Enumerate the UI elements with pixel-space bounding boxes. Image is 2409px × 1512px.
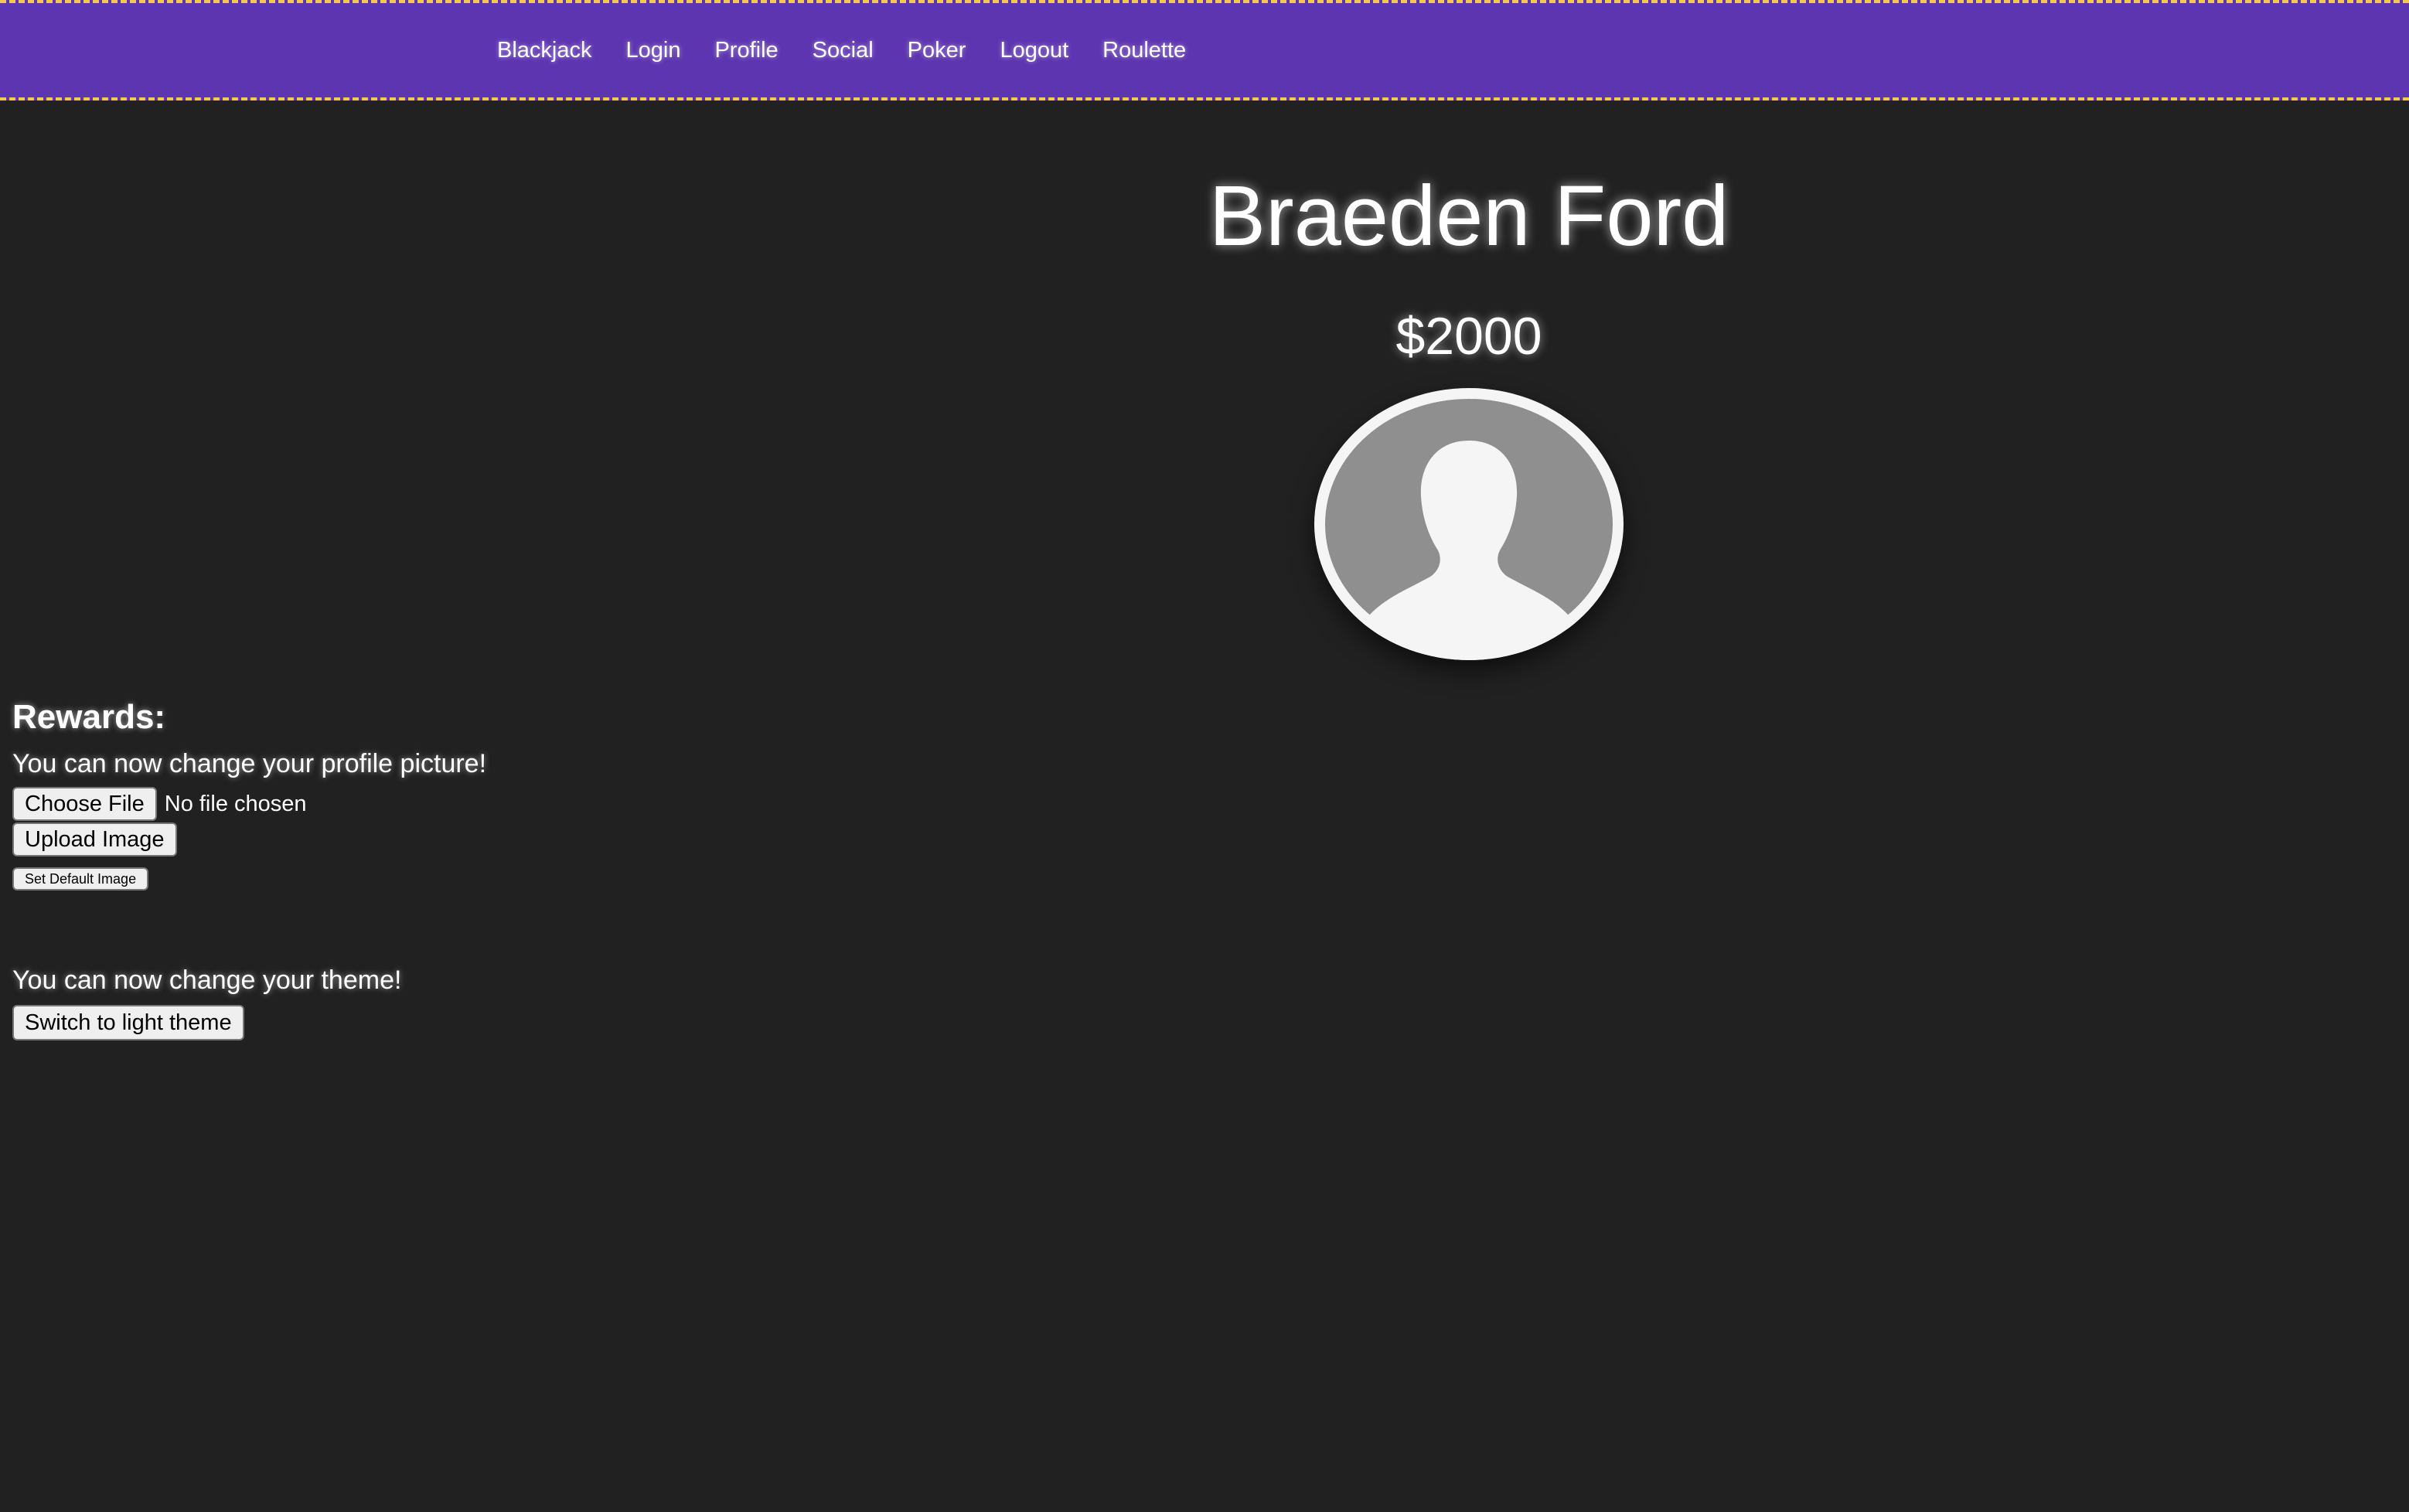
file-picker: Choose File No file chosen [12,787,708,821]
profile-avatar [1314,388,1624,660]
nav-link-blackjack[interactable]: Blackjack [497,38,592,63]
balance-amount: $2000 [1395,307,1542,366]
set-default-image-button[interactable]: Set Default Image [12,867,149,891]
nav-link-profile[interactable]: Profile [714,38,778,63]
top-navbar: Blackjack Login Profile Social Poker Log… [0,0,2409,100]
theme-reward: You can now change your theme! Switch to… [12,963,708,1040]
profile-name: Braeden Ford [1208,169,1729,264]
nav-link-social[interactable]: Social [813,38,874,63]
choose-file-button[interactable]: Choose File [12,787,157,821]
nav-link-login[interactable]: Login [626,38,681,63]
file-status-text: No file chosen [164,791,307,816]
rewards-title: Rewards: [12,698,166,736]
profile-picture-reward-message: You can now change your profile picture! [12,749,487,778]
upload-image-button[interactable]: Upload Image [12,822,177,856]
rewards-section: Rewards: You can now change your profile… [12,696,708,1040]
nav-links: Blackjack Login Profile Social Poker Log… [497,3,1220,97]
user-silhouette-icon [1325,399,1613,660]
nav-link-logout[interactable]: Logout [1000,38,1068,63]
switch-theme-button[interactable]: Switch to light theme [12,1005,244,1040]
profile-header: Braeden Ford $2000 [1082,162,1855,371]
theme-reward-message: You can now change your theme! [12,965,402,995]
nav-link-poker[interactable]: Poker [908,38,966,63]
nav-link-roulette[interactable]: Roulette [1102,38,1186,63]
